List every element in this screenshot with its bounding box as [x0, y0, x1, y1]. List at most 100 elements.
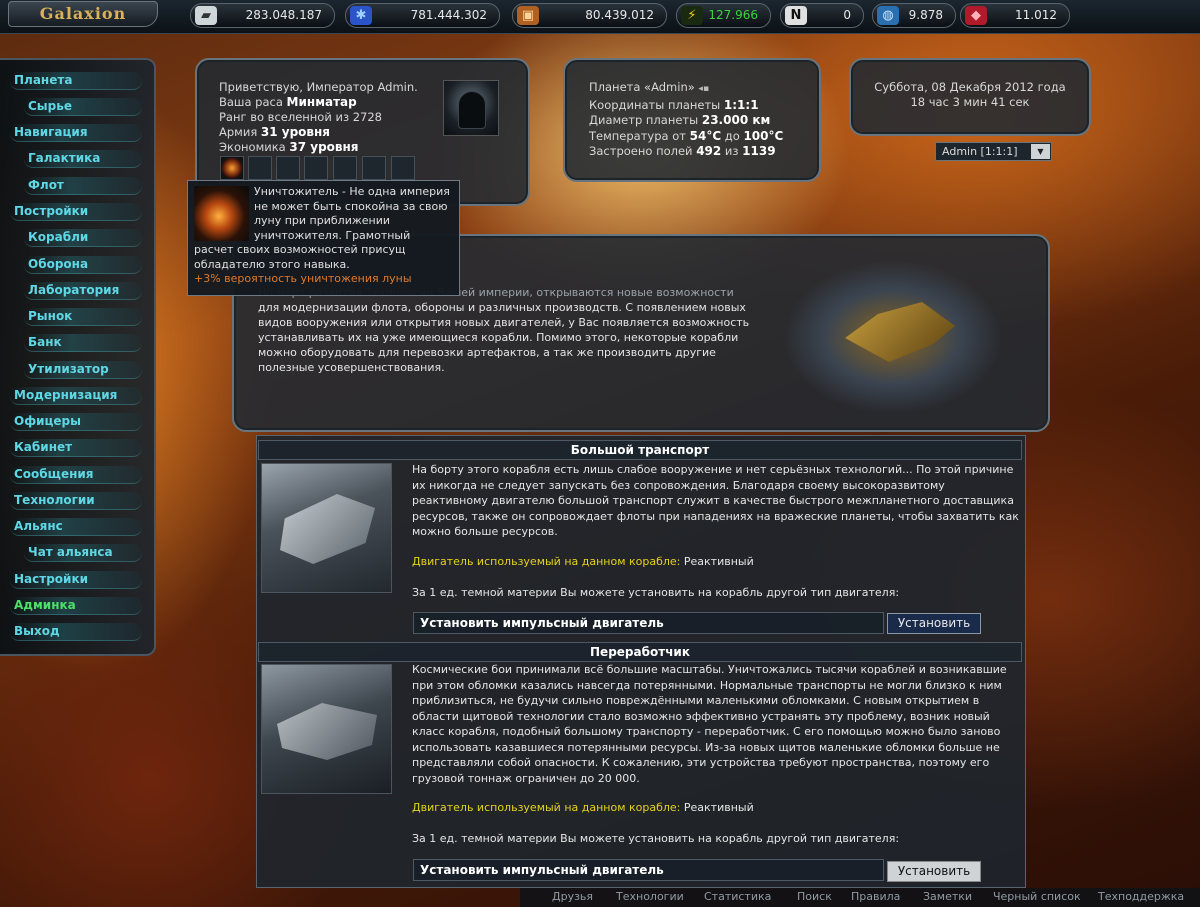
resource-dark-matter[interactable]: N 0 — [780, 3, 864, 28]
planet-fields: Застроено полей 492 из 1139 — [589, 144, 776, 158]
planet-info: Планета «Admin» ◂▪ Координаты планеты 1:… — [589, 80, 814, 160]
menu-item[interactable]: Рынок — [24, 308, 142, 326]
shipyard-ship-shape — [845, 302, 955, 362]
energy-icon: ⚡ — [681, 6, 703, 25]
ship-engine-cost: За 1 ед. темной материи Вы можете устано… — [412, 832, 900, 845]
ship-image-recycler[interactable] — [261, 664, 392, 794]
install-button[interactable]: Установить — [887, 861, 981, 882]
main-menu — [0, 58, 156, 656]
energy-value: 127.966 — [708, 8, 758, 22]
info-text-body: для модернизации флота, обороны и различ… — [258, 301, 750, 374]
skill-slot[interactable] — [276, 156, 300, 180]
menu-item[interactable]: Кабинет — [10, 439, 142, 457]
skill-tooltip: Уничтожитель - Не одна империя не может … — [187, 180, 460, 296]
logo[interactable]: Galaxion — [8, 1, 158, 27]
globe-icon: ◍ — [877, 6, 899, 25]
ship-title: Большой транспорт — [258, 440, 1022, 460]
tooltip-bonus: +3% вероятность уничтожения луны — [194, 272, 412, 285]
footer-link[interactable]: Статистика — [704, 890, 771, 903]
footer-link[interactable]: Технологии — [616, 890, 684, 903]
menu-item[interactable]: Оборона — [24, 256, 142, 274]
crystal-icon: ✱ — [350, 6, 372, 25]
menu-item[interactable]: Сырье — [24, 98, 142, 116]
server-date: Суббота, 08 Декабря 2012 года — [874, 80, 1066, 94]
menu-item[interactable]: Настройки — [10, 571, 142, 589]
footer-link[interactable]: Друзья — [552, 890, 593, 903]
menu-item[interactable]: Корабли — [24, 229, 142, 247]
menu-item[interactable]: Галактика — [24, 150, 142, 168]
menu-item[interactable]: Модернизация — [10, 387, 142, 405]
footer-link[interactable]: Техподдержка — [1098, 890, 1184, 903]
menu-item[interactable]: Админка — [10, 597, 142, 615]
skill-slot[interactable] — [304, 156, 328, 180]
info-text: Но мера развития Технологий Вашей импери… — [258, 285, 758, 375]
menu-item[interactable]: Постройки — [10, 203, 142, 221]
footer-link[interactable]: Правила — [851, 890, 900, 903]
destroyer-skill-icon — [194, 186, 249, 241]
planet-name: Планета «Admin» ◂▪ — [589, 80, 710, 94]
install-engine-label: Установить импульсный двигатель — [413, 612, 884, 634]
planet-coords: Координаты планеты 1:1:1 — [589, 97, 759, 112]
menu-item[interactable]: Планета — [10, 72, 142, 90]
skill-slot[interactable] — [391, 156, 415, 180]
player-rank: Ранг во вселенной из 2728 — [219, 110, 382, 124]
dark-matter-icon: N — [785, 6, 807, 25]
menu-item[interactable]: Флот — [24, 177, 142, 195]
ship-description: На борту этого корабля есть лишь слабое … — [412, 463, 1019, 538]
resource-energy[interactable]: ⚡ 127.966 — [676, 3, 771, 28]
ship-engine-cost: За 1 ед. темной материи Вы можете устано… — [412, 586, 900, 599]
player-race: Ваша раса Минматар — [219, 95, 357, 109]
planet-select[interactable]: Admin [1:1:1] ▼ — [935, 142, 1052, 161]
planet-diameter: Диаметр планеты 23.000 км — [589, 113, 771, 127]
ship-engine: Двигатель используемый на данном корабле… — [412, 801, 754, 814]
recycler-ship-shape — [277, 703, 377, 760]
menu-item[interactable]: Лаборатория — [24, 282, 142, 300]
footer-link[interactable]: Черный список — [993, 890, 1081, 903]
hooded-figure-icon — [458, 91, 486, 129]
menu-item[interactable]: Сообщения — [10, 466, 142, 484]
player-army: Армия 31 уровня — [219, 125, 331, 139]
planet-arrows-icon[interactable]: ◂▪ — [698, 84, 709, 94]
resource-deuterium[interactable]: ▣ 80.439.012 — [512, 3, 667, 28]
globe-value: 9.878 — [908, 8, 943, 22]
player-economy: Экономика 37 уровня — [219, 140, 359, 154]
menu-item[interactable]: Альянс — [10, 518, 142, 536]
deuterium-value: 80.439.012 — [585, 8, 654, 22]
planet-temperature: Температура от 54°C до 100°C — [589, 128, 784, 143]
player-info: Приветствую, Император Admin. Ваша раса … — [219, 80, 439, 155]
footer-link[interactable]: Поиск — [797, 890, 832, 903]
server-clock: Суббота, 08 Декабря 2012 года 18 час 3 м… — [851, 80, 1089, 110]
gem-icon: ◆ — [965, 6, 987, 25]
server-time: 18 час 3 мин 41 сек — [910, 95, 1030, 109]
skill-slot-destroyer[interactable] — [220, 156, 244, 180]
ship-image-large-transport[interactable] — [261, 463, 392, 593]
install-button[interactable]: Установить — [887, 613, 981, 634]
menu-item[interactable]: Банк — [24, 334, 142, 352]
player-greeting: Приветствую, Император Admin. — [219, 80, 418, 94]
resource-globe[interactable]: ◍ 9.878 — [872, 3, 956, 28]
menu-item[interactable]: Навигация — [10, 124, 142, 142]
avatar[interactable] — [443, 80, 499, 136]
menu-item[interactable]: Технологии — [10, 492, 142, 510]
menu-item[interactable]: Выход — [10, 623, 142, 641]
skill-slot[interactable] — [248, 156, 272, 180]
resource-gem[interactable]: ◆ 11.012 — [960, 3, 1070, 28]
resource-metal[interactable]: ▰ 283.048.187 — [190, 3, 335, 28]
menu-item[interactable]: Офицеры — [10, 413, 142, 431]
skill-slot[interactable] — [333, 156, 357, 180]
ship-title: Переработчик — [258, 642, 1022, 662]
chevron-down-icon[interactable]: ▼ — [1031, 144, 1050, 159]
skill-slot[interactable] — [362, 156, 386, 180]
transport-ship-shape — [280, 494, 375, 564]
install-engine-label: Установить импульсный двигатель — [413, 859, 884, 881]
shipyard-image — [785, 262, 1000, 412]
footer-link[interactable]: Заметки — [923, 890, 972, 903]
menu-item[interactable]: Утилизатор — [24, 361, 142, 379]
crystal-value: 781.444.302 — [410, 8, 487, 22]
deuterium-icon: ▣ — [517, 6, 539, 25]
dark-matter-value: 0 — [843, 8, 851, 22]
resource-crystal[interactable]: ✱ 781.444.302 — [345, 3, 500, 28]
ship-description: Космические бои принимали всё большие ма… — [412, 663, 1007, 785]
menu-item[interactable]: Чат альянса — [24, 544, 142, 562]
metal-value: 283.048.187 — [245, 8, 322, 22]
